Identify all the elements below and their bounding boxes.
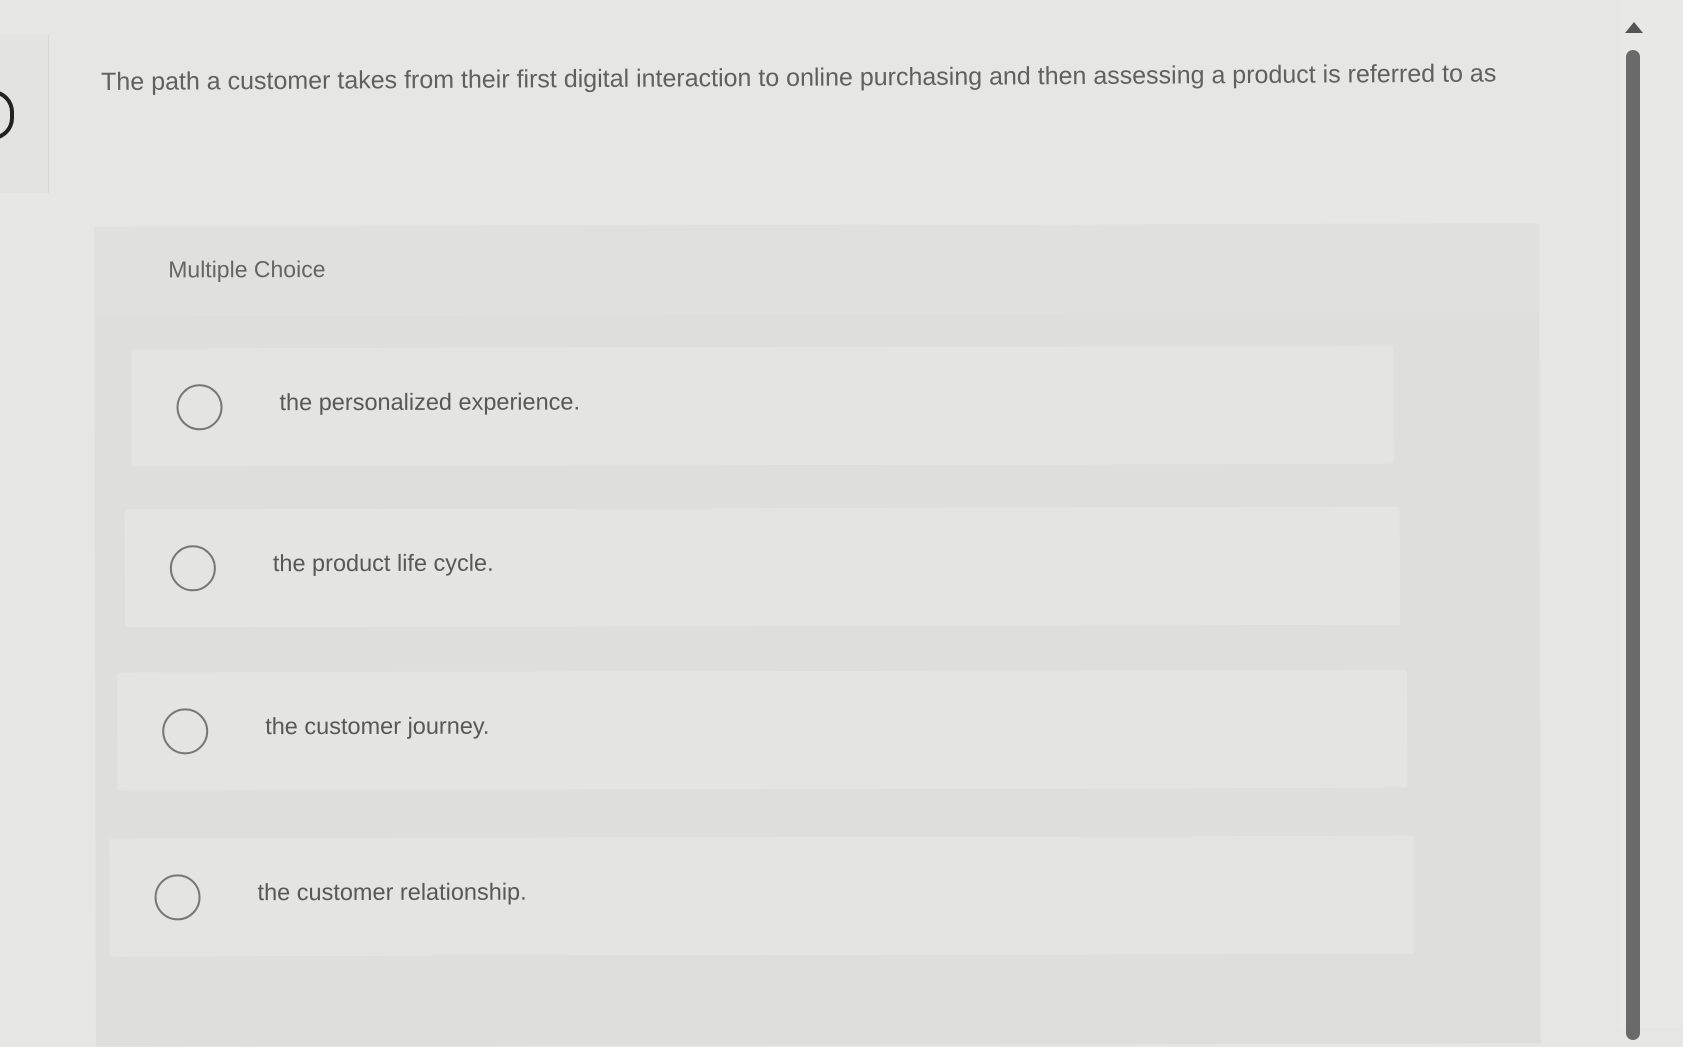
option-row[interactable]: the personalized experience.	[131, 345, 1394, 467]
multiple-choice-panel: Multiple Choice the personalized experie…	[94, 223, 1541, 1047]
triangle-up-icon[interactable]	[1625, 22, 1643, 33]
option-label[interactable]: the customer relationship.	[258, 879, 527, 907]
option-label[interactable]: the customer journey.	[265, 713, 489, 740]
option-label[interactable]: the personalized experience.	[279, 388, 580, 416]
option-row[interactable]: the customer journey.	[117, 669, 1408, 791]
radio-button-icon[interactable]	[176, 384, 223, 431]
option-row[interactable]: the customer relationship.	[109, 835, 1415, 957]
option-row[interactable]: the product life cycle.	[124, 506, 1400, 628]
choices-label: Multiple Choice	[168, 256, 326, 283]
radio-button-icon[interactable]	[154, 874, 201, 921]
radio-button-icon[interactable]	[169, 545, 216, 592]
choices-header: Multiple Choice	[94, 223, 1540, 317]
option-label[interactable]: the product life cycle.	[273, 550, 494, 577]
scrollbar-thumb[interactable]	[1626, 50, 1640, 1040]
question-text: The path a customer takes from their fir…	[101, 59, 1497, 96]
radio-button-icon[interactable]	[162, 708, 209, 755]
